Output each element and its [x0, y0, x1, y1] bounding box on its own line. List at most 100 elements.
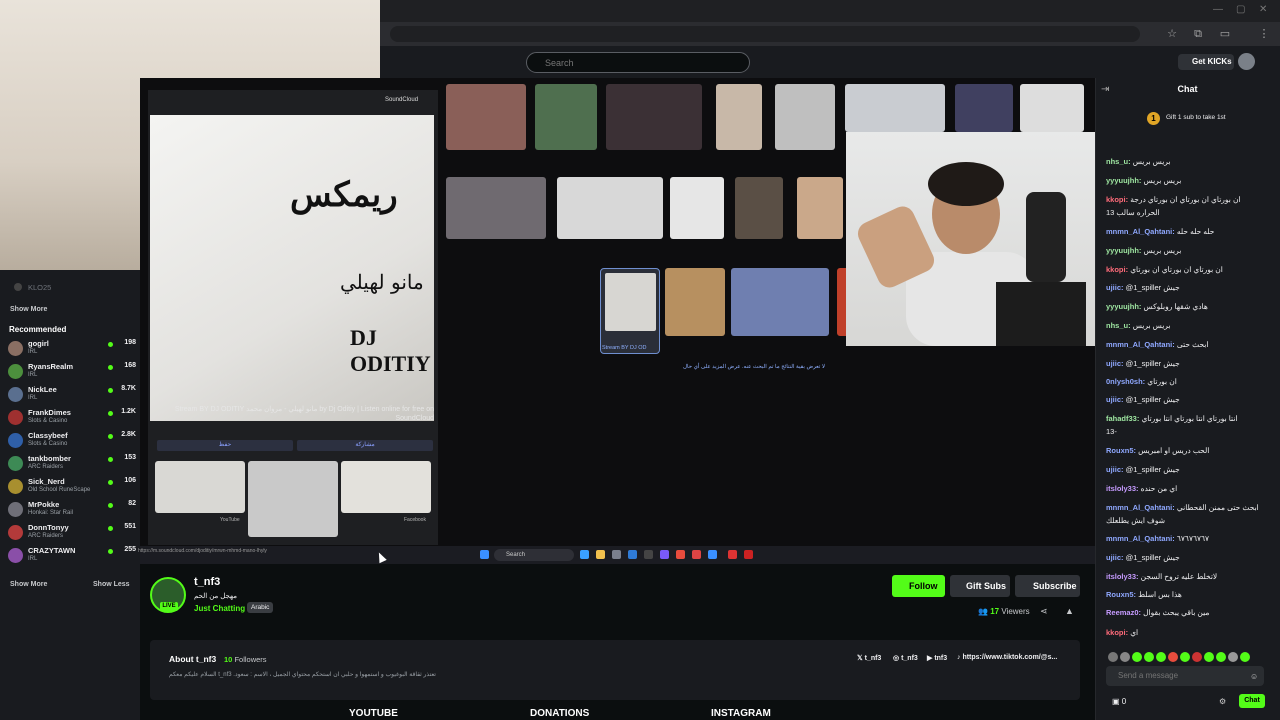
image-result-thumb[interactable] — [1020, 84, 1084, 132]
language-tag[interactable]: Arabic — [247, 602, 274, 613]
image-result-thumb[interactable] — [446, 177, 546, 239]
chat-username[interactable]: yyyuujhh: — [1106, 246, 1141, 255]
emote-icon[interactable] — [1108, 652, 1118, 662]
chat-username[interactable]: kkopi: — [1106, 265, 1128, 274]
chat-username[interactable]: mnmn_Al_Qahtani: — [1106, 534, 1175, 543]
brave-icon[interactable] — [692, 550, 701, 559]
app-icon[interactable] — [728, 550, 737, 559]
show-more-link[interactable]: Show More — [10, 306, 47, 313]
report-icon[interactable]: ▲ — [1065, 606, 1074, 616]
chat-username[interactable]: itsloly33: — [1106, 484, 1139, 493]
chat-username[interactable]: mnmn_Al_Qahtani: — [1106, 340, 1175, 349]
related-thumb-1[interactable] — [155, 461, 245, 513]
stream-category[interactable]: Just Chatting — [194, 604, 245, 613]
gift-leaderboard-text[interactable]: Gift 1 sub to take 1st — [1166, 114, 1226, 121]
related-thumb-2[interactable] — [248, 461, 338, 537]
chat-username[interactable]: nhs_u: — [1106, 321, 1131, 330]
chat-username[interactable]: mnmn_Al_Qahtani: — [1106, 227, 1175, 236]
image-result-thumb[interactable] — [665, 268, 725, 336]
emote-icon[interactable] — [1120, 652, 1130, 662]
sidebar-channel[interactable]: tankbomber ARC Raiders 153 — [8, 454, 140, 476]
image-result-thumb[interactable] — [955, 84, 1013, 132]
image-result-thumb[interactable] — [775, 84, 835, 150]
show-more-results-link[interactable]: لا تعرض بقية النتائج ما تم البحث عنه. عر… — [683, 364, 825, 370]
get-kicks-button[interactable]: Get KICKs — [1178, 54, 1234, 70]
app-icon-2[interactable] — [744, 550, 753, 559]
emoji-icon[interactable]: ☺ — [1250, 672, 1258, 681]
emote-icon[interactable] — [1216, 652, 1226, 662]
chrome-icon[interactable] — [676, 550, 685, 559]
chat-username[interactable]: nhs_u: — [1106, 157, 1131, 166]
search-input[interactable] — [526, 52, 750, 73]
follow-button[interactable]: Follow — [892, 575, 945, 597]
share-icon[interactable]: ⋖ — [1040, 606, 1048, 617]
chat-username[interactable]: kkopi: — [1106, 628, 1128, 637]
sidebar-channel[interactable]: Classybeef Slots & Casino 2.8K — [8, 431, 140, 453]
sidebar-channel[interactable]: NickLee IRL 8.7K — [8, 385, 140, 407]
soundcloud-result-title[interactable]: Stream BY DJ ODITIY مانو لهيلي - مروان م… — [150, 405, 434, 423]
related-thumb-3[interactable] — [341, 461, 431, 513]
image-result-thumb[interactable] — [535, 84, 597, 150]
emote-icon[interactable] — [1156, 652, 1166, 662]
chat-settings-icon[interactable]: ⚙ — [1219, 697, 1226, 706]
emote-icon[interactable] — [1168, 652, 1178, 662]
chat-username[interactable]: Reemaz0: — [1106, 608, 1141, 617]
image-result-thumb[interactable] — [446, 84, 526, 150]
extensions-icon[interactable]: ⧉ — [1192, 28, 1204, 40]
emote-icon[interactable] — [1180, 652, 1190, 662]
emote-icon[interactable] — [1228, 652, 1238, 662]
discord-icon[interactable] — [660, 550, 669, 559]
minimize-icon[interactable]: — — [1213, 4, 1223, 15]
share-button[interactable]: مشاركة — [297, 440, 433, 451]
sidebar-channel[interactable]: FrankDimes Slots & Casino 1.2K — [8, 408, 140, 430]
sidebar-channel[interactable]: CRAZYTAWN IRL 255 — [8, 546, 140, 568]
address-bar[interactable] — [390, 26, 1140, 42]
image-result-thumb[interactable] — [557, 177, 663, 239]
chat-username[interactable]: Rouxn5: — [1106, 590, 1136, 599]
image-result-thumb[interactable] — [606, 84, 702, 150]
store-icon[interactable] — [612, 550, 621, 559]
album-art[interactable]: ريمكس مانو لهيلي DJ ODITIY — [150, 115, 434, 421]
chat-username[interactable]: ujiic: — [1106, 359, 1124, 368]
chat-username[interactable]: mnmn_Al_Qahtani: — [1106, 503, 1175, 512]
image-result-thumb[interactable] — [735, 177, 783, 239]
emote-icon[interactable] — [1240, 652, 1250, 662]
channel-name[interactable]: t_nf3 — [194, 576, 220, 588]
telegram-icon[interactable] — [708, 550, 717, 559]
browser-menu-icon[interactable]: ⋮ — [1258, 28, 1270, 40]
maximize-icon[interactable]: ▢ — [1236, 4, 1245, 15]
x-link[interactable]: 𝕏 t_nf3 — [857, 654, 881, 662]
emote-icon[interactable] — [1192, 652, 1202, 662]
sidebar-channel[interactable]: Sick_Nerd Old School RuneScape 106 — [8, 477, 140, 499]
sidebar-channel[interactable]: RyansRealm IRL 168 — [8, 362, 140, 384]
show-more-button[interactable]: Show More — [10, 581, 47, 588]
image-result-thumb[interactable] — [670, 177, 724, 239]
file-explorer-icon[interactable] — [596, 550, 605, 559]
image-result-thumb[interactable] — [716, 84, 762, 150]
selected-image-result[interactable]: Stream BY DJ OD — [600, 268, 660, 354]
chat-username[interactable]: ujiic: — [1106, 395, 1124, 404]
tiktok-link[interactable]: ♪ https://www.tiktok.com/@s... — [957, 654, 1057, 661]
sidebar-channel[interactable]: gogirl IRL 198 — [8, 339, 140, 361]
sidebar-top-channel[interactable]: KLO25 — [28, 283, 51, 292]
edge-icon[interactable] — [580, 550, 589, 559]
emote-icon[interactable] — [1144, 652, 1154, 662]
gift-subs-button[interactable]: Gift Subs — [950, 575, 1010, 597]
chat-send-button[interactable]: Chat — [1239, 694, 1265, 708]
chat-username[interactable]: ujiic: — [1106, 283, 1124, 292]
chat-username[interactable]: ujiic: — [1106, 553, 1124, 562]
channel-avatar[interactable] — [14, 283, 22, 291]
show-less-button[interactable]: Show Less — [93, 581, 130, 588]
chat-username[interactable]: yyyuujhh: — [1106, 302, 1141, 311]
chat-username[interactable]: 0nlysh0sh: — [1106, 377, 1145, 386]
save-button[interactable]: حفظ — [157, 440, 293, 451]
bookmark-star-icon[interactable]: ☆ — [1166, 28, 1178, 40]
windows-start-icon[interactable] — [480, 550, 489, 559]
obs-icon[interactable] — [644, 550, 653, 559]
cast-icon[interactable]: ▭ — [1219, 28, 1231, 40]
youtube-link[interactable]: ▶ tnf3 — [927, 654, 947, 662]
chat-username[interactable]: fahadf33: — [1106, 414, 1139, 423]
kicks-balance[interactable]: ▣ 0 — [1112, 697, 1126, 706]
chat-username[interactable]: ujiic: — [1106, 465, 1124, 474]
close-window-icon[interactable]: ✕ — [1259, 4, 1267, 15]
